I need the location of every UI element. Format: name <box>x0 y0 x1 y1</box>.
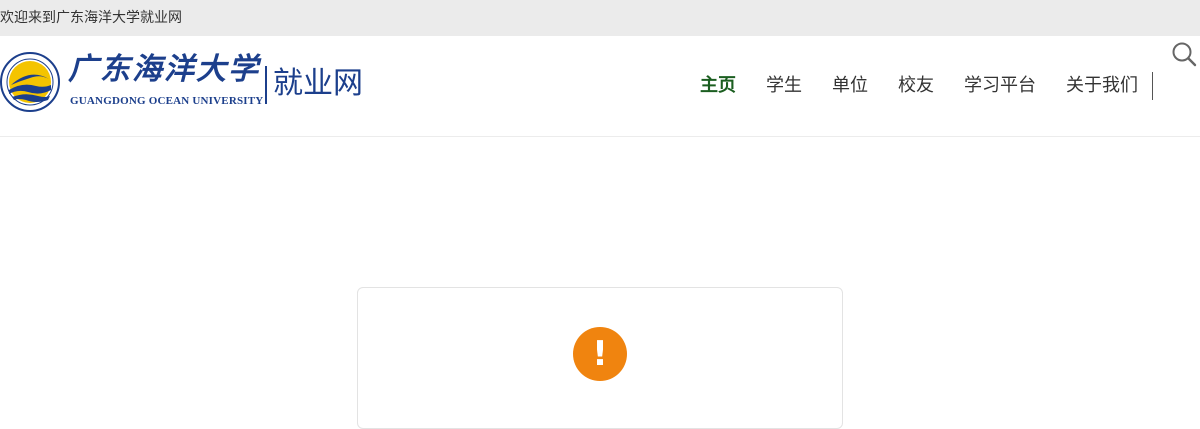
university-emblem-icon <box>0 52 60 112</box>
nav-item-about-us[interactable]: 关于我们 <box>1066 72 1138 100</box>
site-header: 广东海洋大学 GUANGDONG OCEAN UNIVERSITY 就业网 主页… <box>0 36 1200 137</box>
nav-divider <box>1152 72 1153 100</box>
nav-item-students[interactable]: 学生 <box>766 72 802 100</box>
logo-name-english: GUANGDONG OCEAN UNIVERSITY <box>70 95 264 107</box>
nav-item-home[interactable]: 主页 <box>700 72 736 100</box>
top-bar: 欢迎来到广东海洋大学就业网 <box>0 0 1200 36</box>
logo-name-chinese: 广东海洋大学 <box>68 52 260 87</box>
logo-subtitle: 就业网 <box>273 66 363 101</box>
nav-item-alumni[interactable]: 校友 <box>898 72 934 100</box>
nav-item-employers[interactable]: 单位 <box>832 72 868 100</box>
welcome-text: 欢迎来到广东海洋大学就业网 <box>0 10 182 26</box>
site-logo[interactable]: 广东海洋大学 GUANGDONG OCEAN UNIVERSITY 就业网 <box>0 50 370 114</box>
logo-divider <box>265 66 267 104</box>
message-card: ! <box>357 287 843 429</box>
exclamation-icon: ! <box>573 327 627 381</box>
main-nav: 主页 学生 单位 校友 学习平台 关于我们 <box>700 72 1153 100</box>
search-icon[interactable] <box>1170 40 1198 68</box>
nav-item-learning-platform[interactable]: 学习平台 <box>964 72 1036 100</box>
